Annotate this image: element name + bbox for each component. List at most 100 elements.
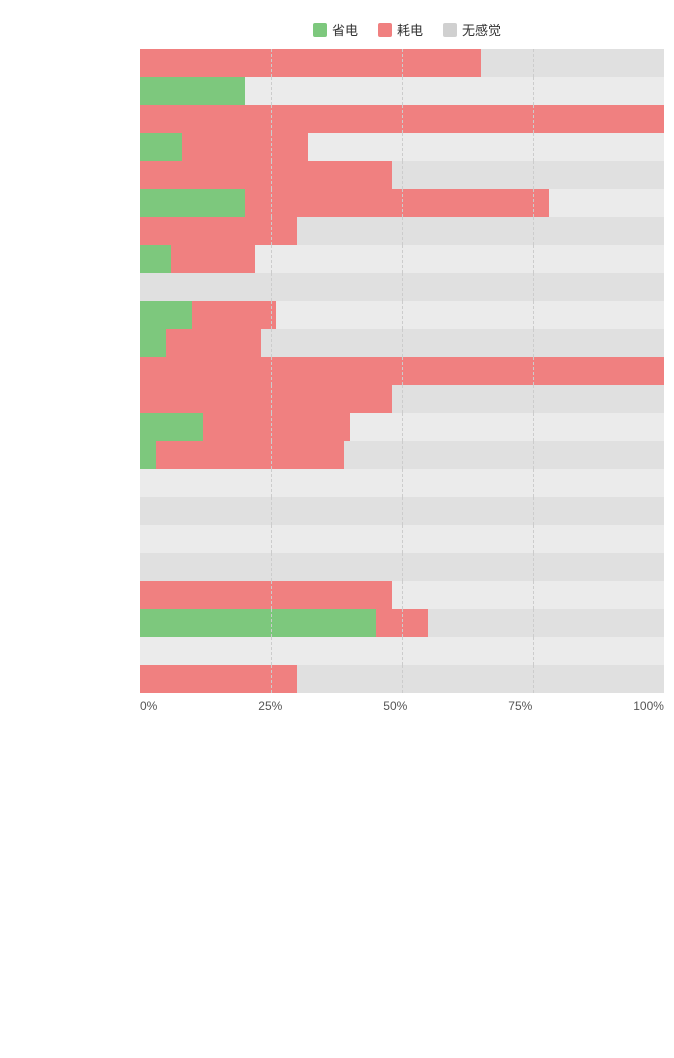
grid-line [402, 553, 403, 581]
grid-line [271, 637, 272, 665]
grid-line [533, 385, 534, 413]
grid-line [271, 665, 272, 693]
bar-segment-red [140, 217, 297, 245]
bar-row: iPhone 12 ProMax [140, 217, 664, 245]
bar-segment-green [140, 77, 245, 105]
grid-line [271, 609, 272, 637]
grid-line [402, 497, 403, 525]
grid-line [533, 665, 534, 693]
bar-track [140, 77, 664, 105]
grid-line [402, 525, 403, 553]
bar-track [140, 413, 664, 441]
bar-track [140, 357, 664, 385]
chart-container: 省电 耗电 无感觉 iPhone 11iPhone 11 ProiPhone 11 … [0, 10, 674, 743]
bar-row: iPhone 13 ProMax [140, 329, 664, 357]
bar-track [140, 245, 664, 273]
grid-line [402, 245, 403, 273]
bar-segment-red [140, 581, 392, 609]
x-tick: 0% [140, 699, 157, 713]
bar-track [140, 441, 664, 469]
grid-line [533, 301, 534, 329]
bar-track [140, 105, 664, 133]
legend-item: 无感觉 [443, 20, 501, 39]
grid-line [402, 609, 403, 637]
grid-line [402, 273, 403, 301]
bar-row: iPhone 14 ProMax [140, 441, 664, 469]
grid-line [402, 105, 403, 133]
grid-line [402, 49, 403, 77]
bar-track [140, 609, 664, 637]
bar-segment-green [140, 441, 156, 469]
legend-item: 耗电 [378, 20, 423, 39]
bar-row: iPhone 8 Plus [140, 497, 664, 525]
bar-segment-green [140, 609, 376, 637]
grid-line [271, 189, 272, 217]
bar-row: iPhone 8 [140, 469, 664, 497]
grid-line [533, 637, 534, 665]
grid-line [271, 469, 272, 497]
grid-line [271, 581, 272, 609]
bar-row: iPhone 11 [140, 49, 664, 77]
bar-segment-red [166, 329, 260, 357]
bar-track [140, 553, 664, 581]
bar-segment-red [156, 441, 345, 469]
grid-line [271, 413, 272, 441]
bar-track [140, 497, 664, 525]
bar-segment-red [192, 301, 276, 329]
bar-segment-red [140, 665, 297, 693]
grid-line [402, 189, 403, 217]
bar-row: iPhone 14 Plus [140, 385, 664, 413]
grid-line [271, 273, 272, 301]
bar-track [140, 217, 664, 245]
grid-line [402, 581, 403, 609]
grid-line [271, 553, 272, 581]
bar-row: iPhone 12 Pro [140, 189, 664, 217]
bar-track [140, 525, 664, 553]
grid-line [271, 441, 272, 469]
grid-line [271, 77, 272, 105]
bar-segment-green [140, 413, 203, 441]
x-tick: 75% [508, 699, 532, 713]
grid-line [271, 245, 272, 273]
grid-line [402, 161, 403, 189]
bar-track [140, 329, 664, 357]
bar-track [140, 469, 664, 497]
grid-line [533, 161, 534, 189]
bar-row: iPhone SE 第2代 [140, 525, 664, 553]
grid-line [402, 469, 403, 497]
bar-row: iPhone 13 mini [140, 273, 664, 301]
grid-line [533, 77, 534, 105]
grid-line [402, 637, 403, 665]
grid-line [533, 553, 534, 581]
grid-line [271, 525, 272, 553]
legend-item: 省电 [313, 20, 358, 39]
bar-track [140, 637, 664, 665]
grid-line [271, 357, 272, 385]
grid-line [271, 105, 272, 133]
x-tick: 25% [258, 699, 282, 713]
grid-line [402, 413, 403, 441]
grid-line [271, 217, 272, 245]
grid-line [402, 217, 403, 245]
bar-segment-red [203, 413, 350, 441]
legend-color [378, 23, 392, 37]
bar-row: iPhone 11 Pro [140, 77, 664, 105]
chart-area: iPhone 11iPhone 11 ProiPhone 11 ProMaxiP… [0, 49, 674, 693]
bar-segment-red [140, 385, 392, 413]
legend-label: 省电 [332, 20, 358, 39]
bar-track [140, 161, 664, 189]
bar-track [140, 301, 664, 329]
grid-line [271, 133, 272, 161]
grid-line [402, 357, 403, 385]
bar-row: iPhone 14 Pro [140, 413, 664, 441]
bar-segment-red [182, 133, 308, 161]
bar-track [140, 49, 664, 77]
grid-line [533, 469, 534, 497]
grid-line [402, 665, 403, 693]
grid-line [402, 385, 403, 413]
x-tick: 50% [383, 699, 407, 713]
bar-segment-green [140, 245, 171, 273]
bar-row: iPhone XS [140, 637, 664, 665]
legend-color [443, 23, 457, 37]
bar-row: iPhone 13 [140, 245, 664, 273]
